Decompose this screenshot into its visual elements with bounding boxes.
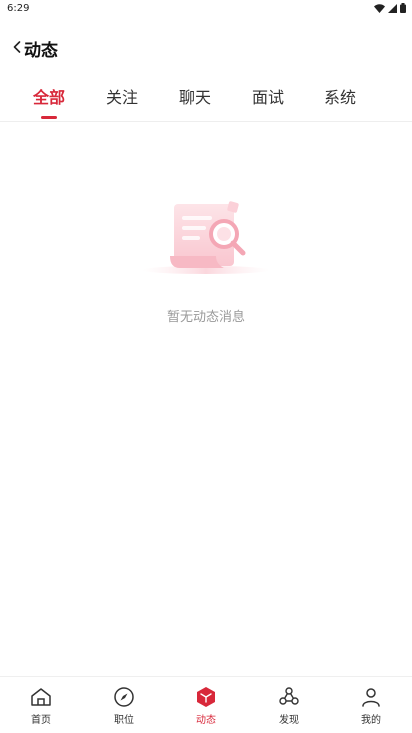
- tab-bar: 全部 关注 聊天 面试 系统: [0, 84, 412, 122]
- status-icons: [374, 3, 406, 13]
- nav-label: 我的: [361, 715, 381, 726]
- page-title: 动态: [24, 41, 58, 61]
- nav-item-jobs[interactable]: 职位: [94, 685, 154, 726]
- back-button[interactable]: [10, 38, 24, 56]
- tab-chat[interactable]: 聊天: [165, 84, 225, 114]
- nav-label: 职位: [114, 715, 134, 726]
- nav-label: 首页: [31, 715, 51, 726]
- nav-item-profile[interactable]: 我的: [341, 685, 401, 726]
- status-bar: 6:29: [0, 0, 412, 18]
- cube-icon: [197, 687, 215, 707]
- wifi-icon: [374, 3, 385, 13]
- tab-interview[interactable]: 面试: [238, 84, 298, 114]
- tab-all[interactable]: 全部: [19, 84, 79, 114]
- nav-label: 发现: [279, 715, 299, 726]
- header: 动态: [0, 30, 412, 64]
- status-time: 6:29: [7, 3, 30, 14]
- empty-state-message: 暂无动态消息: [166, 310, 245, 325]
- tabs-divider: [0, 121, 412, 122]
- compass-icon: [114, 687, 134, 707]
- chevron-left-icon: [13, 41, 21, 53]
- tab-indicator: [41, 116, 57, 119]
- nav-item-activity[interactable]: 动态: [176, 685, 236, 726]
- nav-item-home[interactable]: 首页: [11, 685, 71, 726]
- home-icon: [31, 688, 51, 706]
- bottom-nav: 首页 职位 动态 发现 我的: [0, 676, 412, 733]
- signal-icon: [388, 3, 397, 13]
- nav-label: 动态: [196, 715, 216, 726]
- battery-icon: [400, 3, 406, 13]
- empty-document-search-icon: [142, 201, 270, 274]
- user-icon: [362, 688, 380, 707]
- nav-item-discover[interactable]: 发现: [259, 685, 319, 726]
- tab-system[interactable]: 系统: [310, 84, 370, 114]
- discover-icon: [279, 687, 299, 705]
- tab-follow[interactable]: 关注: [92, 84, 152, 114]
